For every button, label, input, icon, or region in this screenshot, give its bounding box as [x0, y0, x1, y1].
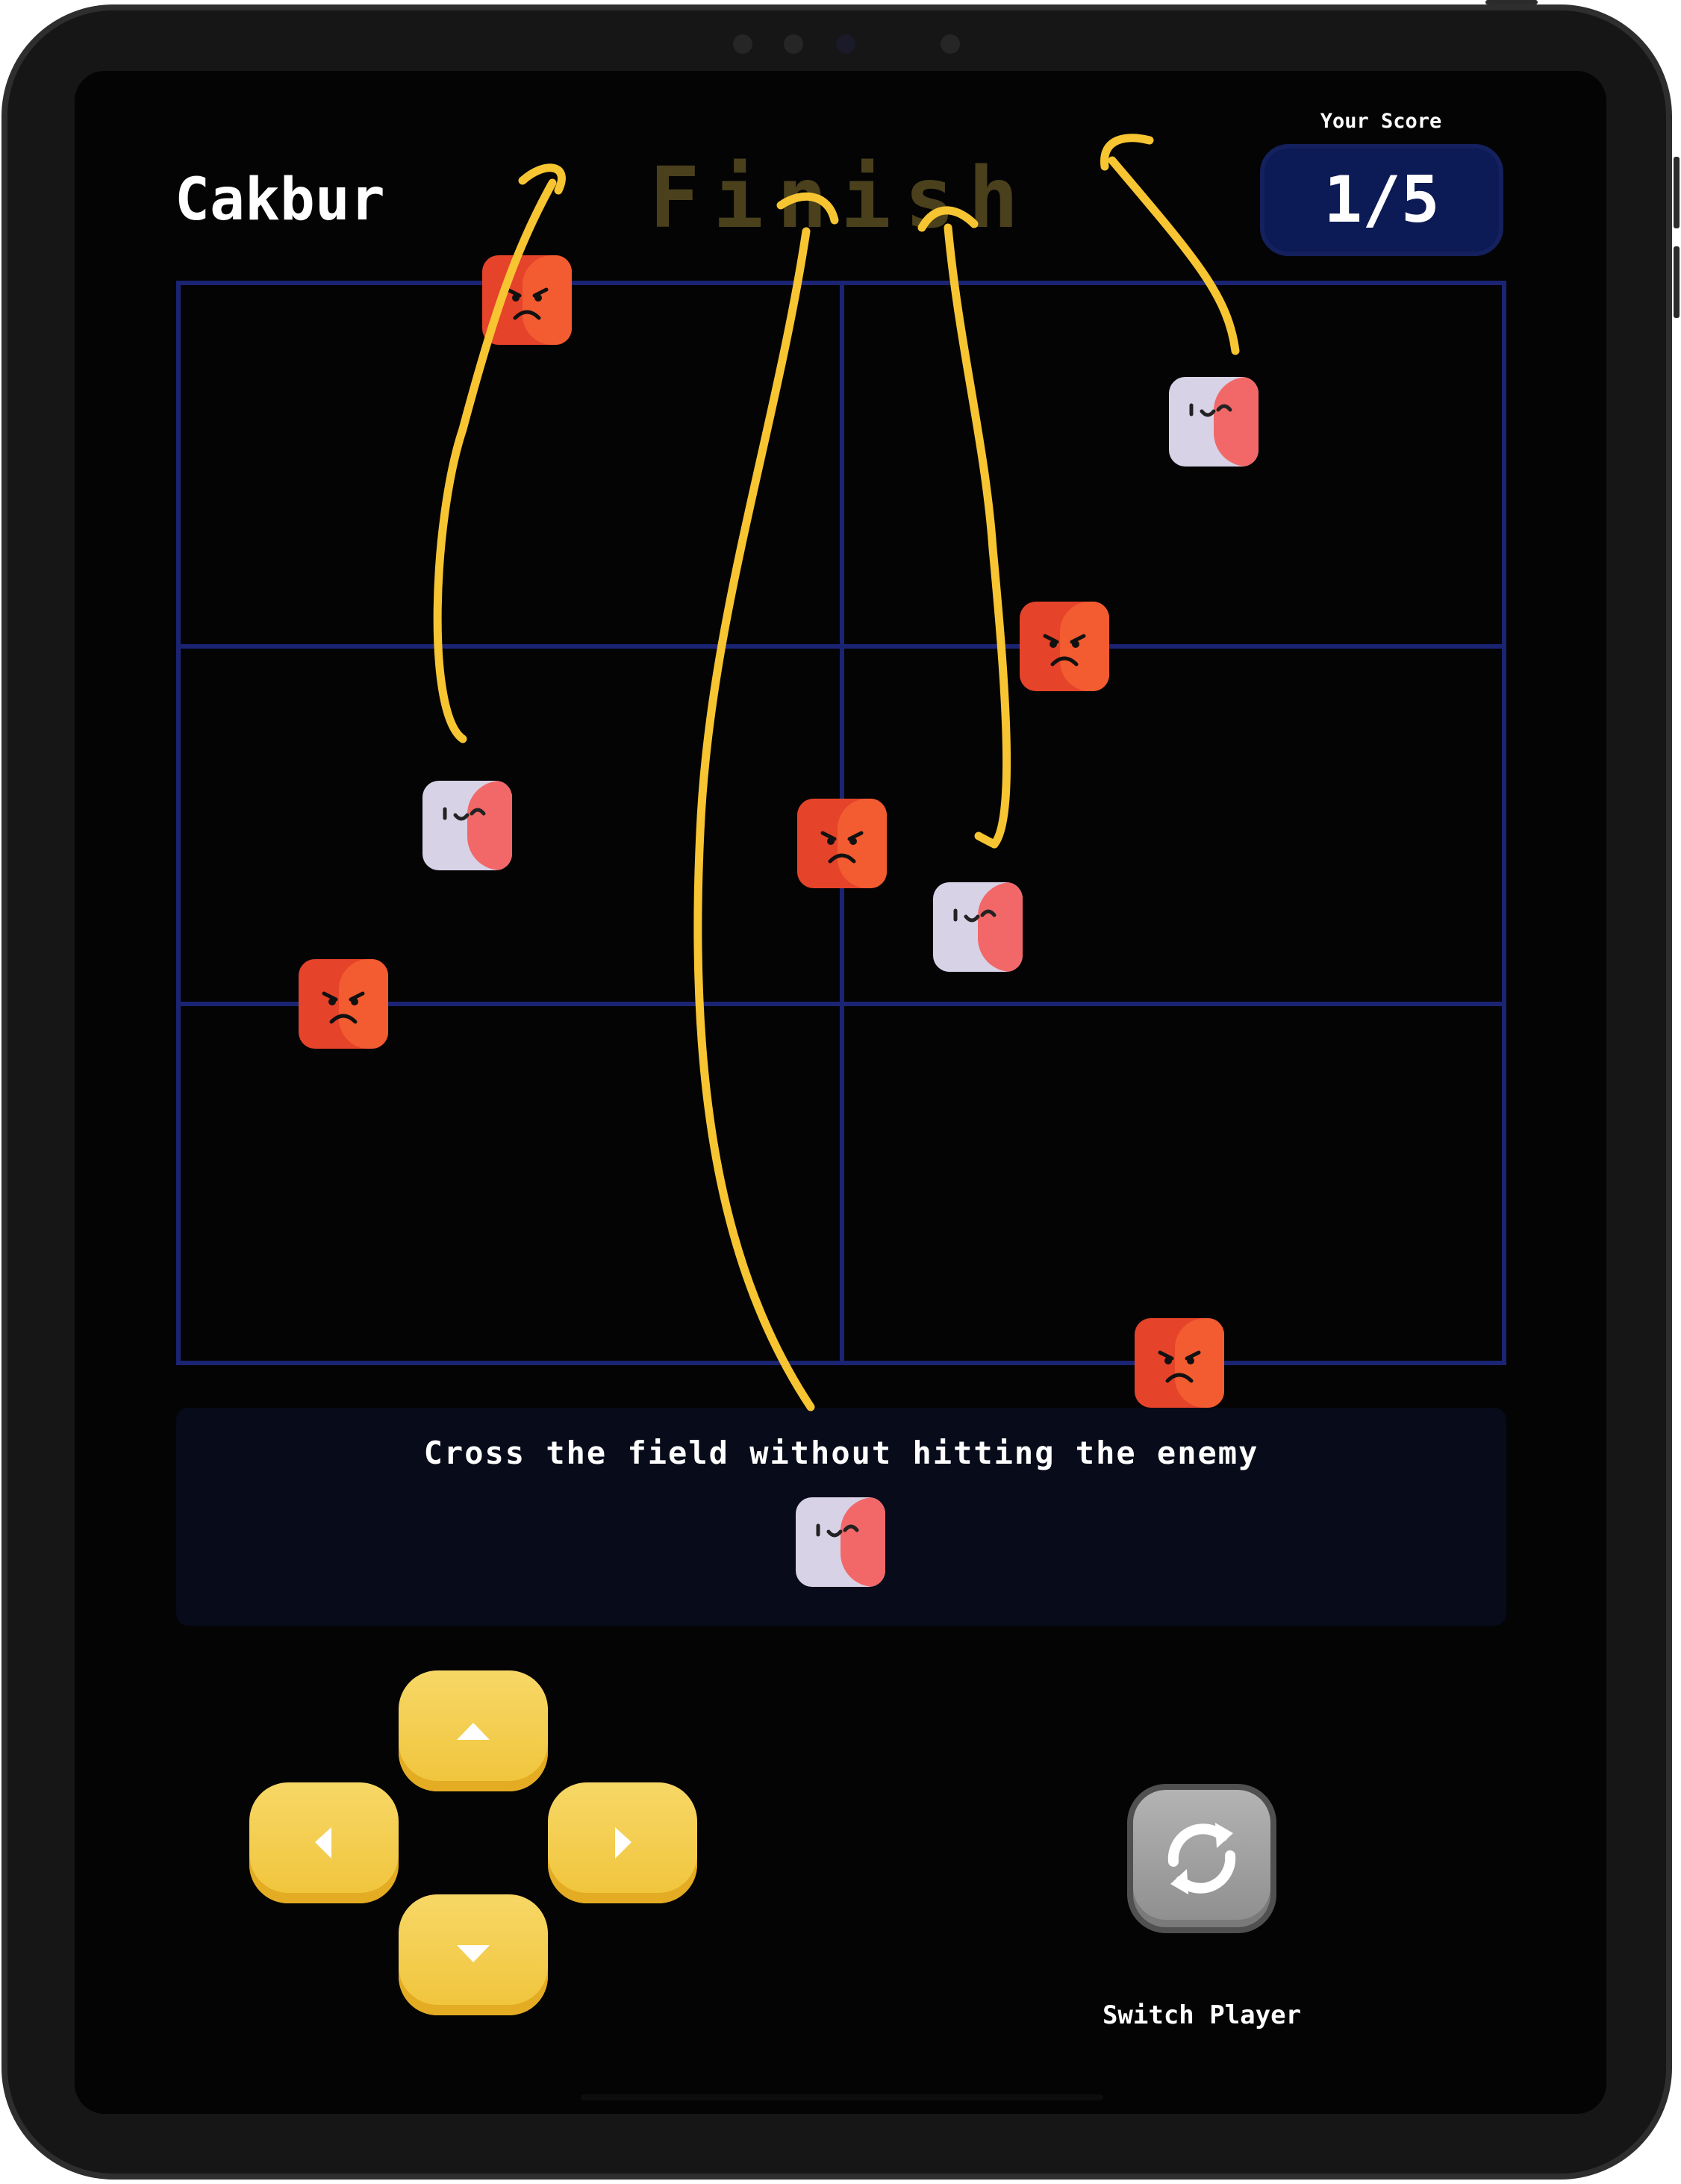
arrow-annotation	[433, 178, 557, 743]
arrow-annotation	[693, 227, 815, 1411]
annotation-arrows	[433, 134, 1240, 1411]
device-volume-up-button	[1674, 157, 1680, 228]
arrow-annotation	[518, 163, 566, 195]
sensor-dot	[733, 34, 752, 54]
arrow-annotation	[944, 223, 1011, 849]
arrow-annotation	[974, 832, 999, 849]
device-volume-down-button	[1674, 246, 1680, 318]
sensor-dot	[941, 34, 960, 54]
front-camera	[836, 34, 855, 54]
arrow-annotation	[1108, 156, 1240, 355]
arrow-annotation	[776, 192, 839, 225]
game-screen: Cakbur Finish Your Score 1/5 Cross the f…	[75, 71, 1606, 2114]
sensor-dot	[784, 34, 803, 54]
